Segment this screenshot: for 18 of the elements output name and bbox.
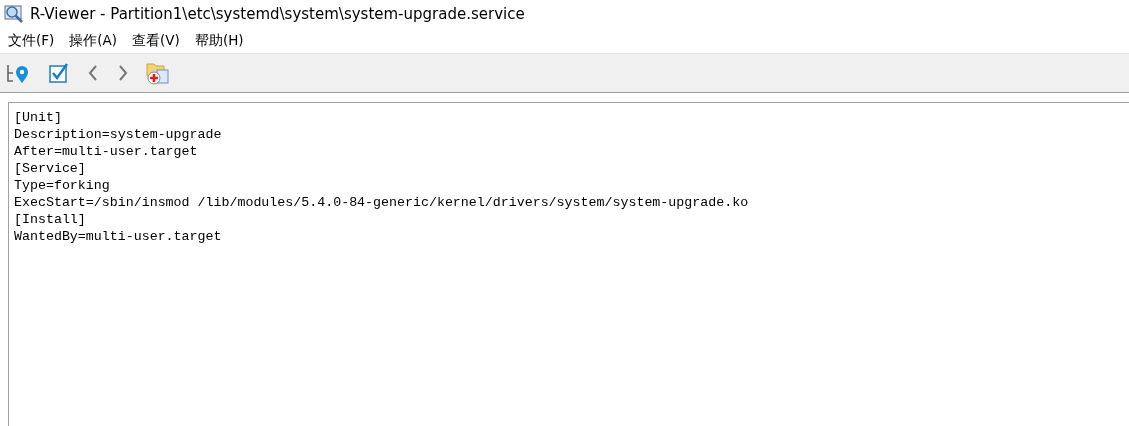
- text-line: [Service]: [14, 160, 87, 177]
- window-title: R-Viewer - Partition1\etc\systemd\system\system-upgrade.service: [30, 5, 525, 23]
- menu-item[interactable]: 查看(V): [132, 31, 180, 50]
- text-line: After=multi-user.target: [14, 143, 199, 160]
- text-line: Type=forking: [14, 177, 111, 194]
- text-line: ExecStart=/sbin/insmod /lib/modules/5.4.0-84-generic/kernel/drivers/system/system-upgrade.ko: [14, 194, 750, 211]
- text-line: [Install]: [14, 211, 87, 228]
- menu-item[interactable]: 文件(F): [8, 31, 55, 50]
- text-line: [Unit]: [14, 109, 63, 126]
- magnifier-icon: [4, 4, 24, 24]
- folder-add-icon[interactable]: [146, 61, 170, 85]
- forward-icon[interactable]: [116, 63, 130, 83]
- menu-item[interactable]: 操作(A): [69, 31, 118, 50]
- menu-item[interactable]: 帮助(H): [194, 31, 244, 50]
- text-line: Description=system-upgrade: [14, 126, 223, 143]
- text-line: WantedBy=multi-user.target: [14, 228, 223, 245]
- back-icon[interactable]: [86, 63, 100, 83]
- checkbox-icon[interactable]: [48, 62, 70, 84]
